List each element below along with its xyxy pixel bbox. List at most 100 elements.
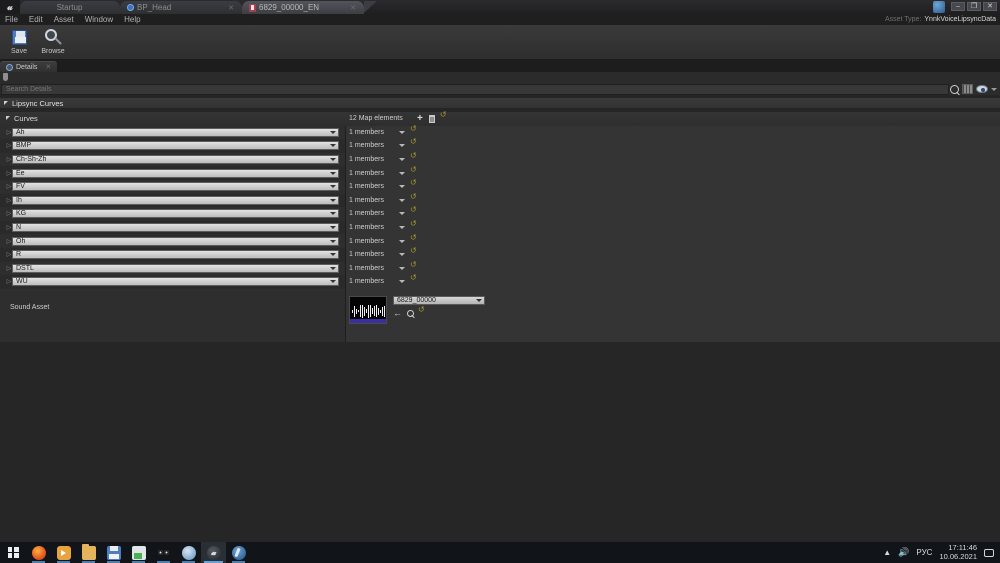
chevron-down-icon[interactable]: [399, 212, 405, 216]
tab-details[interactable]: Details ✕: [0, 61, 58, 72]
curve-name-field[interactable]: Ee: [12, 168, 339, 178]
curve-name-field[interactable]: Oh: [12, 236, 339, 246]
chevron-down-icon[interactable]: [399, 266, 405, 270]
browse-button[interactable]: Browse: [38, 28, 68, 55]
menu-help[interactable]: Help: [124, 15, 140, 24]
taskbar-item-owl-app[interactable]: [151, 542, 176, 563]
minimize-button[interactable]: –: [951, 2, 965, 11]
curve-name-field[interactable]: FV: [12, 182, 339, 192]
maximize-button[interactable]: ❐: [967, 2, 981, 11]
notification-icon[interactable]: [984, 548, 994, 557]
table-row[interactable]: ▷ FV 1 members: [0, 179, 1000, 194]
curve-name-field[interactable]: KG: [12, 209, 339, 219]
tab-lipsync-asset[interactable]: 6829_00000_EN ✕: [242, 1, 364, 14]
chevron-down-icon[interactable]: [991, 87, 997, 91]
curve-name-field[interactable]: Ih: [12, 195, 339, 205]
table-row[interactable]: ▷ N 1 members: [0, 220, 1000, 235]
menu-edit[interactable]: Edit: [29, 15, 43, 24]
taskbar-item-file-explorer[interactable]: [76, 542, 101, 563]
reset-to-default-icon[interactable]: [410, 125, 418, 136]
close-icon[interactable]: ✕: [344, 4, 356, 12]
chevron-down-icon[interactable]: [330, 144, 336, 148]
show-hidden-icons-icon[interactable]: ▲: [883, 548, 891, 557]
taskbar-item-firefox[interactable]: [26, 542, 51, 563]
audio-waveform-thumbnail[interactable]: [349, 296, 387, 324]
close-icon[interactable]: ✕: [45, 63, 51, 71]
language-indicator[interactable]: РУС: [916, 548, 932, 557]
curve-name-field[interactable]: WU: [12, 277, 339, 287]
reset-to-default-icon[interactable]: [410, 206, 418, 217]
curve-name-field[interactable]: Ah: [12, 127, 339, 137]
taskbar-item-save-app[interactable]: [101, 542, 126, 563]
table-row[interactable]: ▷ KG 1 members: [0, 206, 1000, 221]
table-row[interactable]: ▷ Ah 1 members: [0, 125, 1000, 140]
volume-icon[interactable]: 🔊: [898, 547, 909, 558]
chevron-down-icon[interactable]: [399, 253, 405, 257]
chevron-down-icon[interactable]: [330, 239, 336, 243]
taskbar-item-notepad[interactable]: [126, 542, 151, 563]
browse-to-asset-icon[interactable]: [407, 310, 414, 317]
chevron-down-icon[interactable]: [330, 185, 336, 189]
tab-startup[interactable]: Startup: [20, 1, 120, 14]
chevron-down-icon[interactable]: [399, 185, 405, 189]
table-row[interactable]: ▷ WU 1 members: [0, 274, 1000, 289]
sound-asset-picker[interactable]: 6829_00000: [393, 296, 485, 305]
chevron-down-icon[interactable]: [399, 130, 405, 134]
chevron-down-icon[interactable]: [330, 158, 336, 162]
chevron-down-icon[interactable]: [399, 280, 405, 284]
reset-to-default-icon[interactable]: [410, 166, 418, 177]
reset-to-default-icon[interactable]: [440, 111, 448, 122]
chevron-down-icon[interactable]: [476, 299, 482, 302]
close-icon[interactable]: ✕: [222, 4, 234, 12]
view-options-eye-icon[interactable]: [976, 85, 988, 93]
save-button[interactable]: Save: [4, 28, 34, 55]
menu-file[interactable]: File: [5, 15, 18, 24]
reset-to-default-icon[interactable]: [410, 234, 418, 245]
category-lipsync-curves[interactable]: Lipsync Curves: [0, 98, 1000, 109]
curve-name-field[interactable]: DSTL: [12, 263, 339, 273]
curve-name-field[interactable]: BMP: [12, 141, 339, 151]
windows-start-icon[interactable]: [0, 542, 26, 563]
chevron-down-icon[interactable]: [330, 226, 336, 230]
use-selected-asset-icon[interactable]: ←: [393, 309, 402, 318]
chevron-down-icon[interactable]: [399, 239, 405, 243]
table-row[interactable]: ▷ Ee 1 members: [0, 166, 1000, 180]
search-icon[interactable]: [950, 84, 959, 94]
chevron-down-icon[interactable]: [330, 280, 336, 284]
chevron-down-icon[interactable]: [330, 171, 336, 175]
table-row[interactable]: ▷ DSTL 1 members: [0, 261, 1000, 276]
taskbar-item-compass-app[interactable]: [226, 542, 251, 563]
chevron-down-icon[interactable]: [330, 266, 336, 270]
table-row[interactable]: ▷ Ih 1 members: [0, 193, 1000, 208]
chevron-down-icon[interactable]: [330, 253, 336, 257]
table-row[interactable]: ▷ BMP 1 members: [0, 138, 1000, 153]
table-row[interactable]: ▷ Ch-Sh-Zh 1 members: [0, 152, 1000, 167]
reset-to-default-icon[interactable]: [410, 193, 418, 204]
close-button[interactable]: ✕: [983, 2, 997, 11]
taskbar-item-unreal-engine[interactable]: 𝓾: [201, 542, 226, 563]
chevron-down-icon[interactable]: [399, 144, 405, 148]
menu-asset[interactable]: Asset: [54, 15, 74, 24]
menu-window[interactable]: Window: [85, 15, 113, 24]
clock[interactable]: 17:11:46 10.06.2021: [939, 543, 977, 561]
search-input[interactable]: Search Details: [1, 83, 949, 95]
chevron-down-icon[interactable]: [330, 198, 336, 202]
chevron-down-icon[interactable]: [399, 158, 405, 162]
table-row[interactable]: ▷ Oh 1 members: [0, 234, 1000, 248]
taskbar-item-media-player[interactable]: [51, 542, 76, 563]
reset-to-default-icon[interactable]: [410, 179, 418, 190]
curve-name-field[interactable]: Ch-Sh-Zh: [12, 155, 339, 165]
columns-icon[interactable]: [962, 84, 973, 94]
reset-to-default-icon[interactable]: [410, 274, 418, 285]
curves-header-row[interactable]: Curves 12 Map elements +: [0, 111, 1000, 126]
chevron-down-icon[interactable]: [330, 212, 336, 216]
chevron-down-icon[interactable]: [399, 198, 405, 202]
reset-to-default-icon[interactable]: [418, 306, 426, 317]
tab-bp-head[interactable]: BP_Head ✕: [120, 1, 242, 14]
table-row[interactable]: ▷ R 1 members: [0, 247, 1000, 262]
taskbar-item-blue-app[interactable]: [176, 542, 201, 563]
delete-all-icon[interactable]: [428, 114, 435, 123]
curve-name-field[interactable]: N: [12, 223, 339, 233]
chevron-down-icon[interactable]: [399, 171, 405, 175]
reset-to-default-icon[interactable]: [410, 261, 418, 272]
